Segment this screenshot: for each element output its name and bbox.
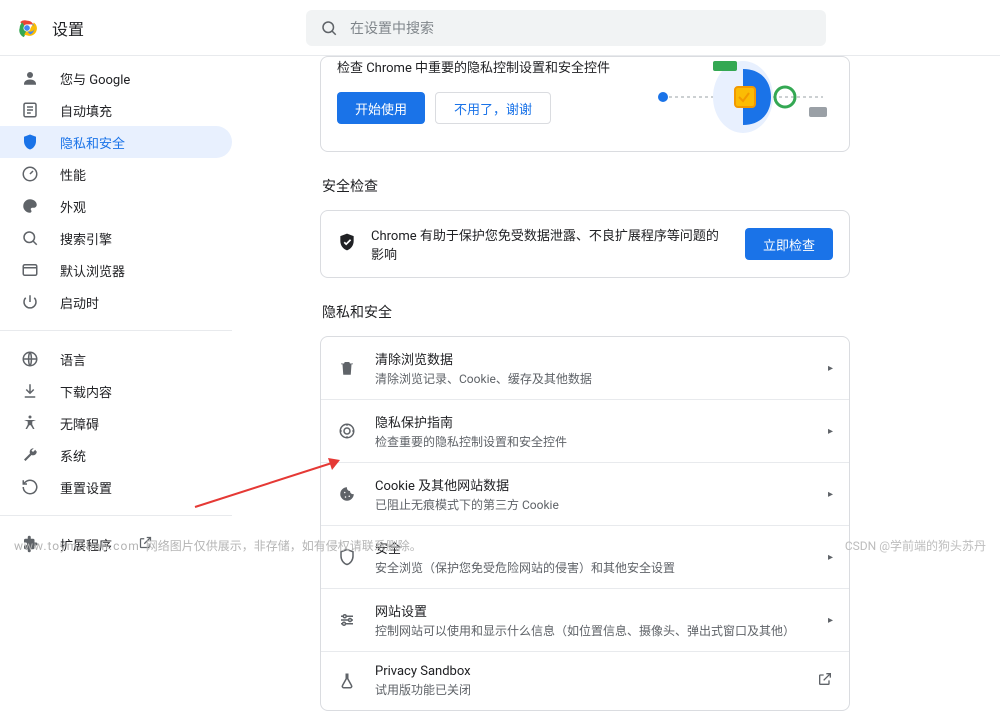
row-subtitle: 试用版功能已关闭 (375, 681, 799, 698)
accessibility-icon (20, 413, 40, 433)
watermark-left: www.toymoban.com 网络图片仅供展示，非存储，如有侵权请联系删除。 (14, 537, 422, 554)
row-clear-browsing-data[interactable]: 清除浏览数据 清除浏览记录、Cookie、缓存及其他数据 ▸ (321, 337, 849, 399)
row-site-settings[interactable]: 网站设置 控制网站可以使用和显示什么信息（如位置信息、摄像头、弹出式窗口及其他）… (321, 588, 849, 651)
chrome-logo-icon (16, 17, 38, 39)
sidebar-item-label: 系统 (60, 446, 86, 465)
sidebar-item-system[interactable]: 系统 (0, 439, 232, 471)
row-title: Cookie 及其他网站数据 (375, 475, 810, 494)
sidebar-item-performance[interactable]: 性能 (0, 158, 232, 190)
header-left: 设置 (16, 16, 306, 40)
row-subtitle: 检查重要的隐私控制设置和安全控件 (375, 433, 810, 450)
browser-icon (20, 260, 40, 280)
watermark-right: CSDN @学前端的狗头苏丹 (845, 537, 986, 554)
row-title: 隐私保护指南 (375, 412, 810, 431)
privacy-list: 清除浏览数据 清除浏览记录、Cookie、缓存及其他数据 ▸ 隐私保护指南 检查… (320, 336, 850, 711)
safety-check-description: Chrome 有助于保护您免受数据泄露、不良扩展程序等问题的影响 (371, 225, 731, 263)
sidebar-item-privacy[interactable]: 隐私和安全 (0, 126, 232, 158)
power-icon (20, 292, 40, 312)
sidebar-item-accessibility[interactable]: 无障碍 (0, 407, 232, 439)
sidebar-item-appearance[interactable]: 外观 (0, 190, 232, 222)
row-title: Privacy Sandbox (375, 664, 799, 679)
sidebar-item-you-google[interactable]: 您与 Google (0, 62, 232, 94)
row-subtitle: 控制网站可以使用和显示什么信息（如位置信息、摄像头、弹出式窗口及其他） (375, 622, 810, 639)
sidebar-item-label: 下载内容 (60, 382, 112, 401)
download-icon (20, 381, 40, 401)
search-input[interactable] (350, 20, 812, 36)
get-started-button[interactable]: 开始使用 (337, 92, 425, 124)
palette-icon (20, 196, 40, 216)
sidebar-item-label: 无障碍 (60, 414, 99, 433)
person-icon (20, 68, 40, 88)
search-icon (20, 228, 40, 248)
guide-icon (337, 421, 357, 441)
row-privacy-sandbox[interactable]: Privacy Sandbox 试用版功能已关闭 (321, 651, 849, 710)
sidebar-item-label: 默认浏览器 (60, 261, 125, 280)
search-icon (320, 19, 338, 37)
sidebar-item-label: 重置设置 (60, 478, 112, 497)
row-security[interactable]: 安全 安全浏览（保护您免受危险网站的侵害）和其他安全设置 ▸ (321, 525, 849, 588)
promo-description: 检查 Chrome 中重要的隐私控制设置和安全控件 (337, 57, 653, 76)
no-thanks-button[interactable]: 不用了，谢谢 (435, 92, 551, 124)
sidebar-item-about[interactable]: 关于 Chrome (0, 560, 232, 566)
autofill-icon (20, 100, 40, 120)
divider (0, 515, 232, 516)
sidebar-item-search[interactable]: 搜索引擎 (0, 222, 232, 254)
sidebar-item-label: 您与 Google (60, 69, 130, 88)
safety-check-card: Chrome 有助于保护您免受数据泄露、不良扩展程序等问题的影响 立即检查 (320, 210, 850, 278)
chevron-right-icon: ▸ (828, 489, 833, 500)
sidebar-item-label: 自动填充 (60, 101, 112, 120)
sidebar-item-label: 外观 (60, 197, 86, 216)
search-box[interactable] (306, 10, 826, 46)
content: 检查 Chrome 中重要的隐私控制设置和安全控件 开始使用 不用了，谢谢 (240, 56, 1000, 566)
wrench-icon (20, 445, 40, 465)
row-subtitle: 清除浏览记录、Cookie、缓存及其他数据 (375, 370, 810, 387)
sidebar: 您与 Google 自动填充 隐私和安全 性能 外观 (0, 56, 240, 566)
row-title: 网站设置 (375, 601, 810, 620)
header: 设置 (0, 0, 1000, 56)
chevron-right-icon: ▸ (828, 552, 833, 563)
page-title: 设置 (52, 16, 84, 40)
row-title: 安全 (375, 538, 810, 557)
sliders-icon (337, 610, 357, 630)
row-title: 清除浏览数据 (375, 349, 810, 368)
sidebar-item-autofill[interactable]: 自动填充 (0, 94, 232, 126)
sidebar-item-language[interactable]: 语言 (0, 343, 232, 375)
chevron-right-icon: ▸ (828, 615, 833, 626)
sidebar-item-label: 隐私和安全 (60, 133, 125, 152)
gauge-icon (20, 164, 40, 184)
check-now-button[interactable]: 立即检查 (745, 228, 833, 260)
divider (0, 330, 232, 331)
row-privacy-guide[interactable]: 隐私保护指南 检查重要的隐私控制设置和安全控件 ▸ (321, 399, 849, 462)
shield-check-icon (337, 232, 357, 256)
external-link-icon (817, 671, 833, 691)
sidebar-item-label: 搜索引擎 (60, 229, 112, 248)
chevron-right-icon: ▸ (828, 426, 833, 437)
globe-icon (20, 349, 40, 369)
flask-icon (337, 671, 357, 691)
privacy-heading: 隐私和安全 (322, 302, 850, 322)
privacy-guide-promo: 检查 Chrome 中重要的隐私控制设置和安全控件 开始使用 不用了，谢谢 (320, 56, 850, 152)
reset-icon (20, 477, 40, 497)
promo-illustration (653, 57, 833, 137)
row-subtitle: 安全浏览（保护您免受危险网站的侵害）和其他安全设置 (375, 559, 810, 576)
sidebar-item-startup[interactable]: 启动时 (0, 286, 232, 318)
sidebar-item-default-browser[interactable]: 默认浏览器 (0, 254, 232, 286)
safety-check-heading: 安全检查 (322, 176, 850, 196)
sidebar-item-downloads[interactable]: 下载内容 (0, 375, 232, 407)
sidebar-item-reset[interactable]: 重置设置 (0, 471, 232, 503)
sidebar-item-label: 语言 (60, 350, 86, 369)
sidebar-item-label: 启动时 (60, 293, 99, 312)
sidebar-item-label: 性能 (60, 165, 86, 184)
row-cookies[interactable]: Cookie 及其他网站数据 已阻止无痕模式下的第三方 Cookie ▸ (321, 462, 849, 525)
shield-icon (20, 132, 40, 152)
trash-icon (337, 358, 357, 378)
row-subtitle: 已阻止无痕模式下的第三方 Cookie (375, 496, 810, 513)
chevron-right-icon: ▸ (828, 363, 833, 374)
cookie-icon (337, 484, 357, 504)
